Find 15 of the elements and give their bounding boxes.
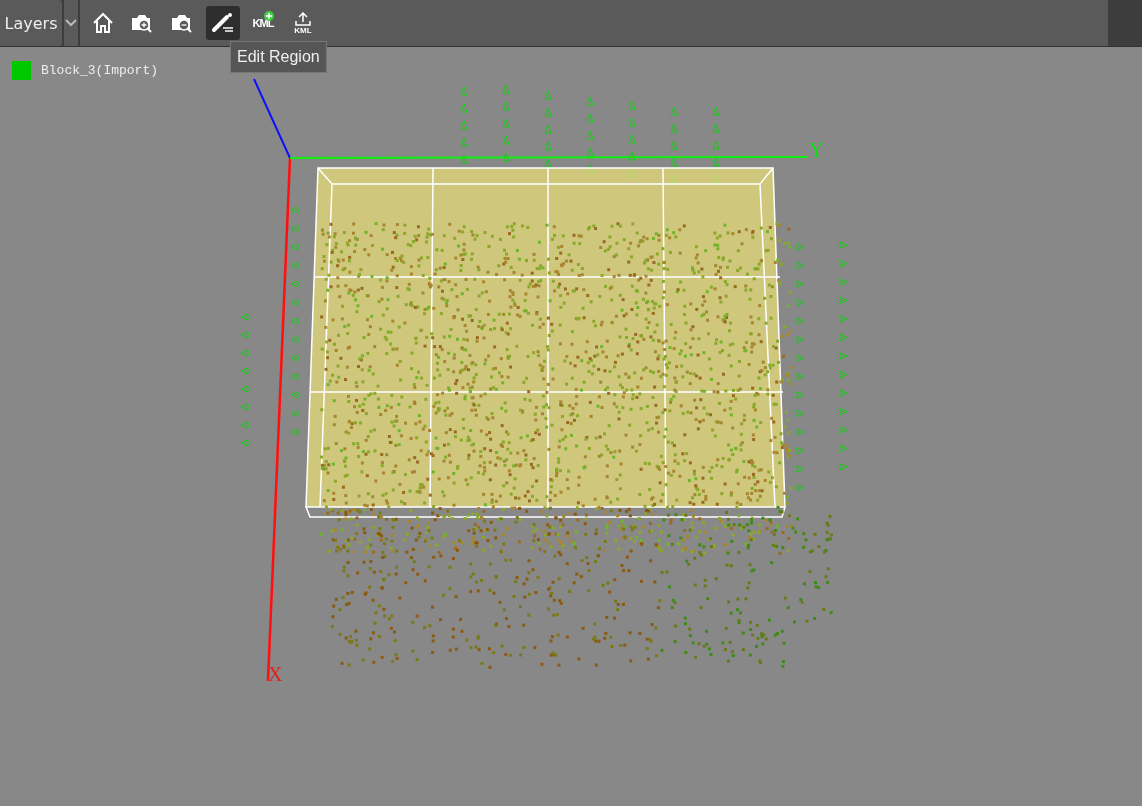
layer-name: Block_3(Import) [41,63,159,78]
plus-badge-icon [264,11,274,21]
kml-export-tool-button[interactable]: KML [286,6,320,40]
upload-icon [295,11,311,26]
y-axis-label: Y [809,139,824,161]
tooltip: Edit Region [230,41,327,73]
layers-dropdown-button[interactable] [64,0,78,46]
home-icon [92,12,114,34]
pencil-icon [211,12,235,34]
kml-add-tool-button[interactable]: KML [246,6,280,40]
chevron-down-icon [65,19,77,27]
kml-label: KML [252,17,274,29]
edit-tool-button[interactable] [206,6,240,40]
kml-label: KML [294,25,312,35]
layers-button[interactable]: Layers [0,0,62,46]
